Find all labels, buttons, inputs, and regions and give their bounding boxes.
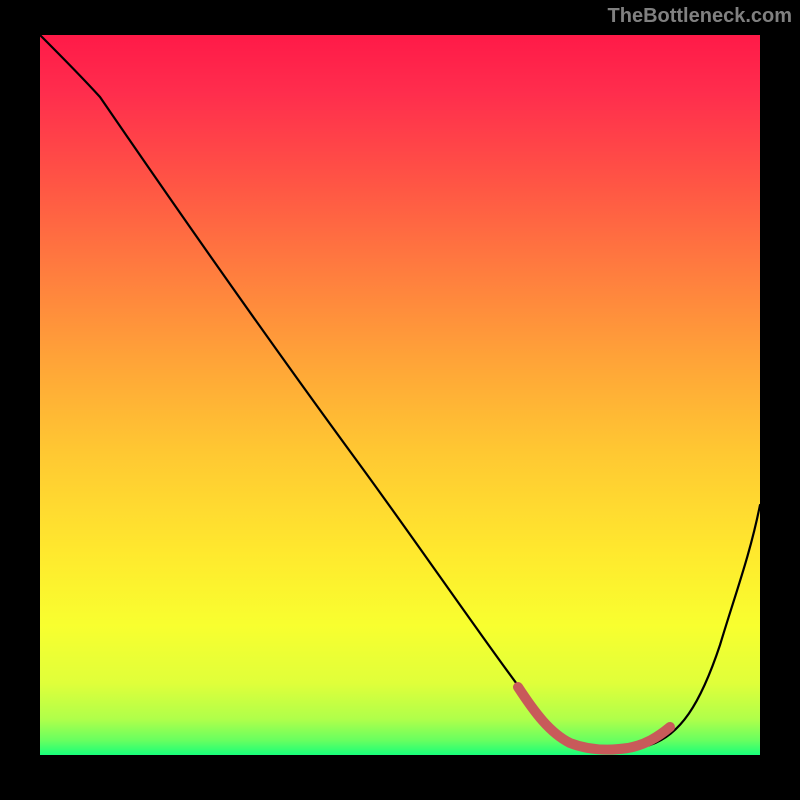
optimal-range-curve xyxy=(518,687,670,750)
chart-svg xyxy=(40,35,760,755)
watermark-text: TheBottleneck.com xyxy=(608,5,792,28)
chart-container: TheBottleneck.com xyxy=(0,0,800,800)
main-curve xyxy=(40,35,760,750)
plot-area xyxy=(40,35,760,755)
